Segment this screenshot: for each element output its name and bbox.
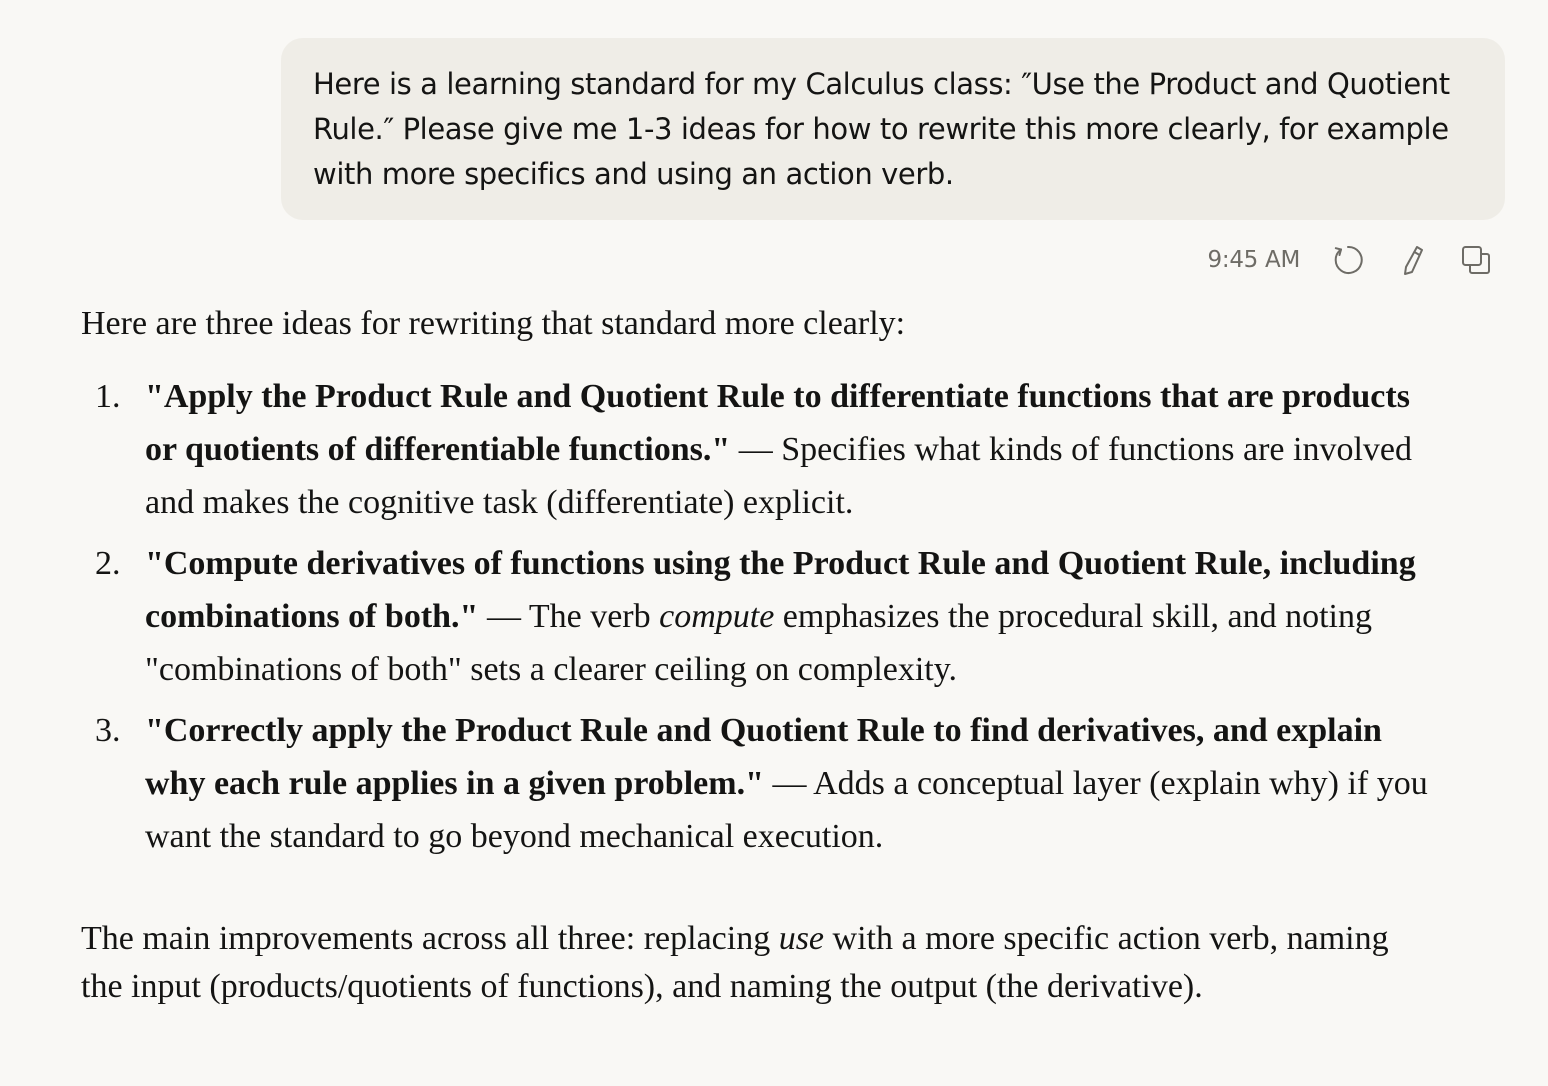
closing-text: The main improvements across all three: … [81,920,779,957]
copy-button[interactable] [1456,240,1496,280]
user-message-bubble: Here is a learning standard for my Calcu… [281,38,1505,220]
message-timestamp: 9:45 AM [1207,247,1301,273]
idea-explanation: The verb [528,598,660,635]
edit-button[interactable] [1392,240,1432,280]
user-message-text: Here is a learning standard for my Calcu… [313,67,1450,191]
message-actions: 9:45 AM [1208,240,1496,280]
list-item: 2. "Compute derivatives of functions usin… [81,537,1445,696]
retry-button[interactable] [1328,240,1368,280]
ideas-list: 1. "Apply the Product Rule and Quotient R… [81,370,1501,863]
list-item: 3. "Correctly apply the Product Rule and … [81,704,1445,863]
idea-dash: — [478,598,529,635]
idea-dash: — [730,431,782,468]
copy-icon [1462,246,1490,274]
idea-emphasis: compute [659,598,775,635]
list-number: 2. [95,545,121,582]
response-intro: Here are three ideas for rewriting that … [81,305,906,342]
assistant-response: Here are three ideas for rewriting that … [81,300,1501,1011]
retry-icon [1334,245,1363,274]
closing-emphasis: use [778,920,825,957]
list-item: 1. "Apply the Product Rule and Quotient R… [81,370,1445,529]
idea-dash: — [763,765,814,802]
response-closing: The main improvements across all three: … [81,915,1401,1011]
list-number: 3. [95,712,121,749]
edit-icon [1404,246,1423,275]
list-number: 1. [95,378,121,415]
